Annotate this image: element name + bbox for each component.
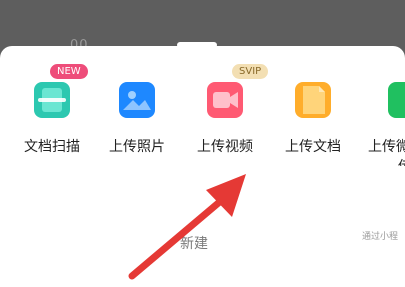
new-section-label[interactable]: 新建: [180, 233, 208, 253]
document-scan-icon: [34, 82, 70, 118]
upload-option-label-line2: 传: [398, 156, 405, 166]
wechat-icon: [388, 82, 405, 118]
upload-option-doc-scan[interactable]: NEW 文档扫描: [12, 46, 92, 166]
svip-badge: SVIP: [232, 64, 269, 79]
upload-option-wechat[interactable]: 上传微 传: [362, 46, 405, 166]
upload-option-document[interactable]: 上传文档: [273, 46, 353, 166]
sheet-drag-handle[interactable]: [177, 42, 217, 48]
upload-option-video[interactable]: SVIP 上传视频: [185, 46, 269, 166]
upload-option-label: 文档扫描: [24, 139, 80, 155]
upload-option-label: 上传照片: [109, 139, 165, 155]
upload-option-label: 上传文档: [285, 139, 341, 155]
miniprogram-sub-label: 通过小程: [362, 232, 399, 242]
document-icon: [295, 82, 331, 118]
new-badge: NEW: [50, 64, 88, 79]
upload-option-label: 上传视频: [197, 139, 253, 155]
upload-option-label: 上传微: [368, 139, 405, 155]
video-icon: [207, 82, 243, 118]
upload-option-photo[interactable]: 上传照片: [97, 46, 177, 166]
photo-icon: [119, 82, 155, 118]
